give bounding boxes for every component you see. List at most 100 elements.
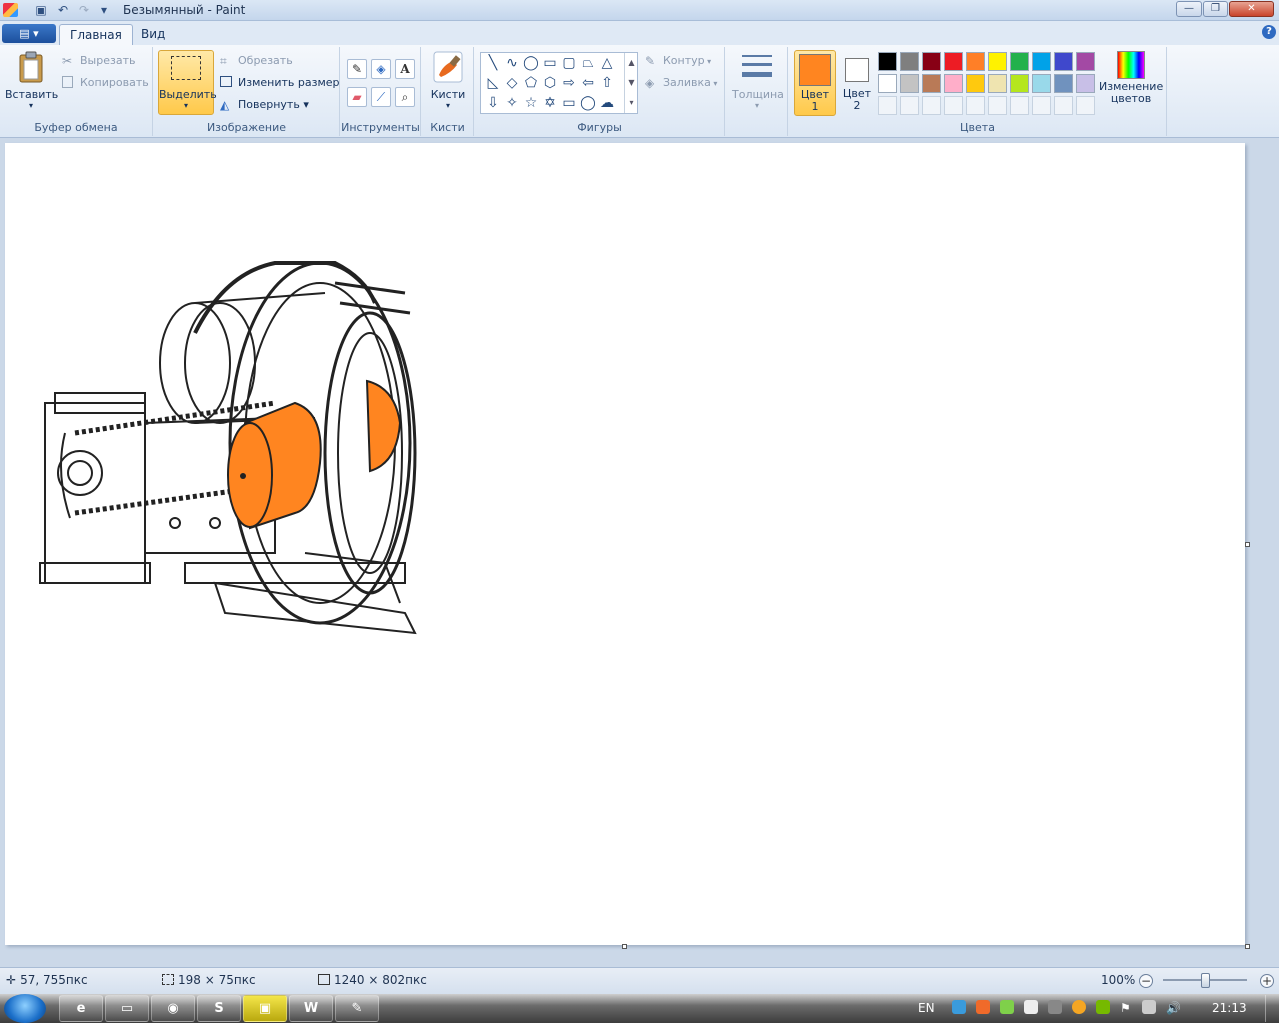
custom-color-slot[interactable] bbox=[988, 96, 1007, 115]
color2-button[interactable]: Цвет 2 bbox=[839, 50, 875, 116]
triangle-shape-icon[interactable]: △ bbox=[598, 54, 616, 72]
start-button[interactable] bbox=[4, 994, 46, 1023]
palette-swatch[interactable] bbox=[878, 74, 897, 93]
custom-color-slot[interactable] bbox=[1076, 96, 1095, 115]
minimize-button[interactable]: — bbox=[1176, 1, 1202, 17]
right-triangle-shape-icon[interactable]: ◺ bbox=[484, 74, 502, 92]
outline-button[interactable]: ✎ Контур ▾ bbox=[645, 52, 711, 70]
device-tray-icon[interactable] bbox=[1024, 1000, 1038, 1014]
fill-button[interactable]: ◈ Заливка ▾ bbox=[645, 74, 717, 92]
crop-button[interactable]: ⌗ Обрезать bbox=[220, 52, 293, 70]
palette-swatch[interactable] bbox=[1010, 52, 1029, 71]
custom-color-slot[interactable] bbox=[900, 96, 919, 115]
palette-swatch[interactable] bbox=[1010, 74, 1029, 93]
save-icon[interactable]: ▣ bbox=[33, 2, 49, 18]
palette-swatch[interactable] bbox=[1054, 74, 1073, 93]
resize-handle-right[interactable] bbox=[1245, 542, 1250, 547]
pencil-icon[interactable]: ✎ bbox=[347, 59, 367, 79]
palette-swatch[interactable] bbox=[1054, 52, 1073, 71]
palette-swatch[interactable] bbox=[922, 52, 941, 71]
close-button[interactable]: ✕ bbox=[1229, 1, 1274, 17]
nvidia-tray-icon[interactable] bbox=[1096, 1000, 1110, 1014]
resize-handle-bottom[interactable] bbox=[622, 944, 627, 949]
six-point-star-shape-icon[interactable]: ✡ bbox=[541, 94, 559, 112]
resize-handle-corner[interactable] bbox=[1245, 944, 1250, 949]
palette-swatch[interactable] bbox=[1076, 52, 1095, 71]
palette-swatch[interactable] bbox=[966, 52, 985, 71]
explorer-icon[interactable]: ▭ bbox=[105, 995, 149, 1022]
custom-color-slot[interactable] bbox=[1010, 96, 1029, 115]
file-menu-button[interactable]: ▤ ▾ bbox=[2, 24, 56, 43]
arrow-left-shape-icon[interactable]: ⇦ bbox=[579, 74, 597, 92]
paint-app-icon[interactable] bbox=[3, 3, 18, 17]
oval-callout-shape-icon[interactable]: ◯ bbox=[579, 94, 597, 112]
palette-swatch[interactable] bbox=[988, 74, 1007, 93]
tab-home[interactable]: Главная bbox=[59, 24, 133, 45]
custom-color-slot[interactable] bbox=[878, 96, 897, 115]
paint-icon[interactable]: ✎ bbox=[335, 995, 379, 1022]
drive-tray-icon[interactable] bbox=[1048, 1000, 1062, 1014]
size-button[interactable]: Толщина ▾ bbox=[732, 51, 784, 110]
redo-icon[interactable]: ↷ bbox=[76, 2, 92, 18]
paste-button[interactable]: Вставить ▾ bbox=[5, 51, 58, 110]
palette-swatch[interactable] bbox=[900, 74, 919, 93]
palette-swatch[interactable] bbox=[900, 52, 919, 71]
custom-color-slot[interactable] bbox=[944, 96, 963, 115]
palette-swatch[interactable] bbox=[988, 52, 1007, 71]
cut-button[interactable]: ✂ Вырезать bbox=[62, 52, 135, 70]
odnoklassniki-tray-icon[interactable] bbox=[1072, 1000, 1086, 1014]
palette-swatch[interactable] bbox=[1076, 74, 1095, 93]
copy-button[interactable]: Копировать bbox=[62, 74, 149, 92]
volume-icon[interactable]: 🔊 bbox=[1166, 1001, 1181, 1015]
rounded-rectangle-shape-icon[interactable]: ▢ bbox=[560, 54, 578, 72]
world-of-tanks-icon[interactable]: ▣ bbox=[243, 995, 287, 1022]
messenger-tray-icon[interactable] bbox=[1000, 1000, 1014, 1014]
shapes-scroll[interactable]: ▲ ▼ ▾ bbox=[624, 53, 638, 113]
palette-swatch[interactable] bbox=[878, 52, 897, 71]
help-icon[interactable]: ? bbox=[1262, 25, 1276, 39]
custom-color-slot[interactable] bbox=[966, 96, 985, 115]
magnifier-icon[interactable]: ⌕ bbox=[395, 87, 415, 107]
fill-bucket-icon[interactable]: ◈ bbox=[371, 59, 391, 79]
palette-swatch[interactable] bbox=[944, 52, 963, 71]
select-button[interactable]: Выделить ▾ bbox=[158, 50, 217, 115]
chrome-icon[interactable]: ◉ bbox=[151, 995, 195, 1022]
resize-button[interactable]: Изменить размер bbox=[220, 74, 340, 92]
custom-color-slot[interactable] bbox=[1032, 96, 1051, 115]
edit-colors-button[interactable]: Изменение цветов bbox=[1099, 51, 1163, 105]
eraser-icon[interactable]: ▰ bbox=[347, 87, 367, 107]
custom-color-slot[interactable] bbox=[1054, 96, 1073, 115]
display-tray-icon[interactable] bbox=[1142, 1000, 1156, 1014]
rectangle-shape-icon[interactable]: ▭ bbox=[541, 54, 559, 72]
zoom-in-button[interactable]: + bbox=[1260, 974, 1274, 988]
chevron-down-icon[interactable]: ▾ bbox=[96, 2, 112, 18]
polygon-shape-icon[interactable]: ⏢ bbox=[579, 54, 597, 72]
rect-callout-shape-icon[interactable]: ▭ bbox=[560, 94, 578, 112]
arrow-down-shape-icon[interactable]: ⇩ bbox=[484, 94, 502, 112]
oval-shape-icon[interactable]: ◯ bbox=[522, 54, 540, 72]
flag-icon[interactable]: ⚑ bbox=[1120, 1001, 1131, 1015]
four-point-star-shape-icon[interactable]: ✧ bbox=[503, 94, 521, 112]
tab-view[interactable]: Вид bbox=[131, 24, 175, 45]
ie-icon[interactable]: e bbox=[59, 995, 103, 1022]
pentagon-shape-icon[interactable]: ⬠ bbox=[522, 74, 540, 92]
cloud-callout-shape-icon[interactable]: ☁ bbox=[598, 94, 616, 112]
palette-swatch[interactable] bbox=[1032, 74, 1051, 93]
app-tray-icon[interactable] bbox=[976, 1000, 990, 1014]
arrow-up-shape-icon[interactable]: ⇧ bbox=[598, 74, 616, 92]
drawing-canvas[interactable] bbox=[5, 143, 1245, 945]
clock[interactable]: 21:13 bbox=[1212, 1001, 1247, 1015]
rotate-button[interactable]: ◭ Повернуть ▾ bbox=[220, 96, 309, 114]
palette-swatch[interactable] bbox=[944, 74, 963, 93]
text-icon[interactable]: A bbox=[395, 59, 415, 79]
palette-swatch[interactable] bbox=[1032, 52, 1051, 71]
line-shape-icon[interactable]: ╲ bbox=[484, 54, 502, 72]
color-picker-icon[interactable]: ⟋ bbox=[371, 87, 391, 107]
network-tray-icon[interactable] bbox=[952, 1000, 966, 1014]
five-point-star-shape-icon[interactable]: ☆ bbox=[522, 94, 540, 112]
palette-swatch[interactable] bbox=[922, 74, 941, 93]
show-desktop-button[interactable] bbox=[1265, 995, 1277, 1022]
custom-color-slot[interactable] bbox=[922, 96, 941, 115]
language-indicator[interactable]: EN bbox=[918, 1001, 935, 1015]
zoom-slider-thumb[interactable] bbox=[1201, 973, 1210, 988]
